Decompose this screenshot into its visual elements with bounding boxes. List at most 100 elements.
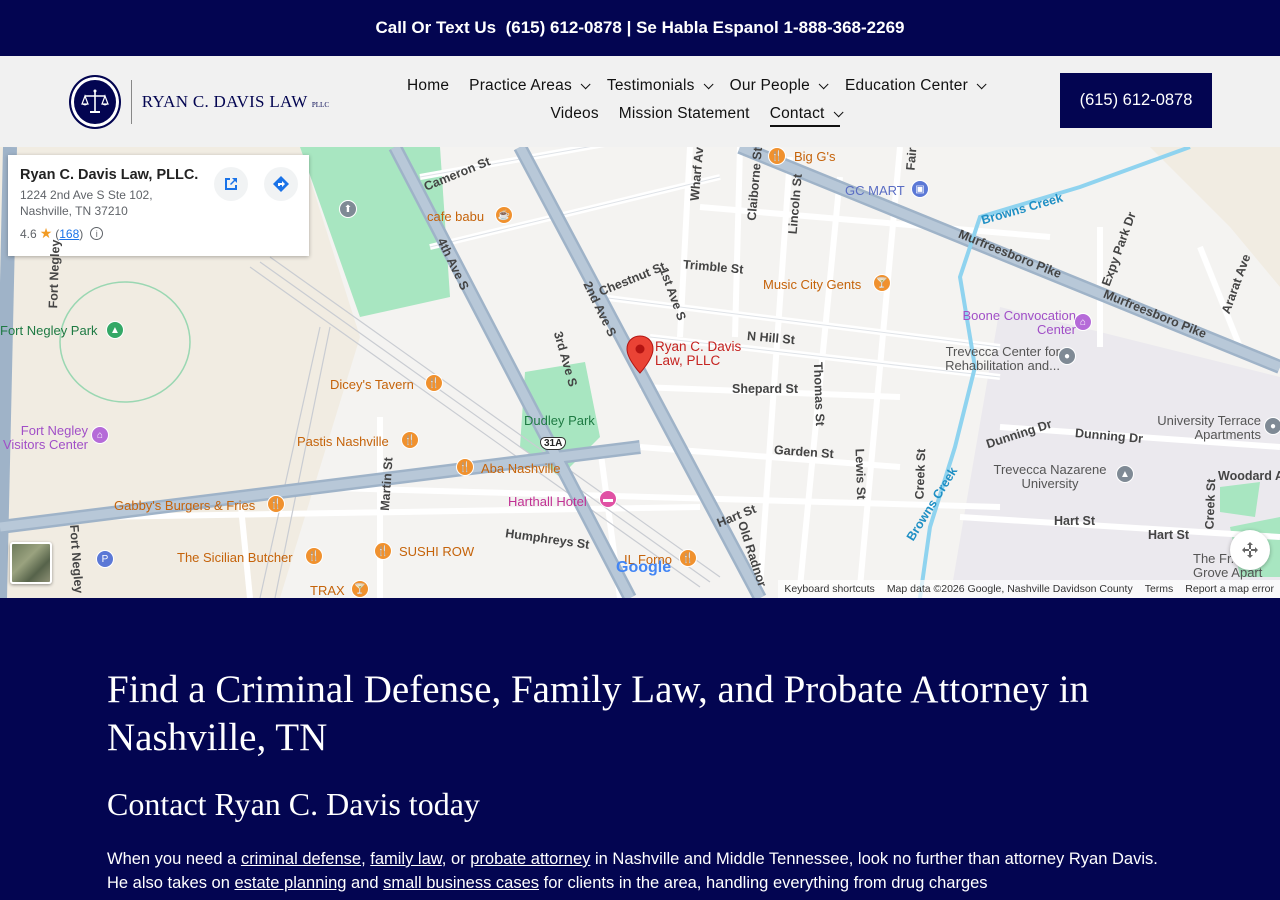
location-marker-icon[interactable]	[626, 335, 654, 375]
cafe-icon: ☕	[495, 206, 513, 224]
report-error-link[interactable]: Report a map error	[1185, 583, 1274, 595]
health-icon: ●	[1058, 347, 1076, 365]
section-subtitle: Contact Ryan C. Davis today	[107, 786, 480, 822]
poi-label[interactable]: The Sicilian Butcher	[177, 550, 293, 565]
street-label: Shepard St	[732, 382, 798, 396]
estate-planning-link[interactable]: estate planning	[235, 874, 347, 892]
poi-label[interactable]: Big G's	[794, 149, 836, 164]
restaurant-icon: 🍴	[267, 495, 285, 513]
rating-value: 4.6	[20, 226, 37, 241]
restaurant-icon: 🍴	[425, 374, 443, 392]
street-label: Creek St	[1202, 478, 1219, 530]
poi-label[interactable]: Gabby's Burgers & Fries	[114, 498, 255, 513]
google-map[interactable]: Ryan C. Davis Law, PLLC. 1224 2nd Ave S …	[0, 147, 1280, 598]
reviews-link[interactable]: 168	[59, 227, 79, 241]
university-icon: ▲	[1116, 465, 1134, 483]
nav-item-mission-statement[interactable]: Mission Statement	[619, 105, 750, 123]
poi-label[interactable]: Harthall Hotel	[508, 494, 587, 509]
top-contact-bar: Call Or Text Us (615) 612-0878 | Se Habl…	[0, 0, 1280, 56]
main-nav: Home Practice Areas Testimonials Our People…	[370, 72, 1020, 128]
street-label: Thomas St	[810, 361, 828, 427]
nav-item-our-people[interactable]: Our People	[730, 77, 829, 95]
poi-label[interactable]: SUSHI ROW	[399, 544, 474, 559]
criminal-defense-link[interactable]: criminal defense	[241, 850, 361, 868]
nav-item-home[interactable]: Home	[407, 77, 449, 95]
spanish-label: Se Habla Espanol	[636, 18, 779, 37]
map-footer: Keyboard shortcuts Map data ©2026 Google…	[778, 580, 1280, 598]
poi-label[interactable]: TRAX	[310, 583, 345, 598]
restaurant-icon: 🍴	[401, 431, 419, 449]
park-icon: ▲	[106, 321, 124, 339]
poi-label[interactable]: GC MART	[845, 183, 905, 198]
scales-of-justice-icon	[69, 75, 121, 129]
restaurant-icon: 🍴	[374, 542, 392, 560]
route-shield: 31A	[540, 437, 567, 450]
expand-icon	[1242, 542, 1258, 558]
venue-icon: ⌂	[1074, 313, 1092, 331]
museum-icon: ⌂	[91, 426, 109, 444]
nav-item-label: Mission Statement	[618, 105, 750, 122]
nav-item-videos[interactable]: Videos	[550, 105, 598, 123]
family-law-link[interactable]: family law	[370, 850, 442, 868]
small-business-link[interactable]: small business cases	[383, 874, 539, 892]
apartment-icon: ●	[1264, 417, 1280, 435]
main-content: Find a Criminal Defense, Family Law, and…	[0, 598, 1280, 900]
street-label: Lewis St	[852, 448, 869, 500]
poi-label[interactable]: Aba Nashville	[481, 461, 561, 476]
map-data-attribution: Map data ©2026 Google, Nashville Davidso…	[886, 583, 1133, 595]
poi-label[interactable]: Boone Convocation Center	[946, 309, 1076, 337]
street-label: Woodard Av	[1218, 469, 1280, 483]
marker-label: Ryan C. Davis Law, PLLC	[655, 339, 742, 368]
chevron-down-icon	[703, 78, 714, 89]
nav-item-label: Education Center	[845, 77, 968, 94]
directions-icon	[273, 176, 289, 192]
poi-label[interactable]: Dicey's Tavern	[330, 377, 414, 392]
restaurant-icon: 🍴	[456, 458, 474, 476]
chevron-down-icon	[833, 106, 844, 117]
restaurant-icon: 🍴	[768, 147, 786, 165]
restaurant-icon: 🍴	[305, 547, 323, 565]
nav-item-label: Testimonials	[606, 77, 695, 94]
street-label: Hart St	[1054, 514, 1095, 528]
open-in-maps-button[interactable]	[214, 167, 248, 201]
street-label: Fair	[903, 147, 920, 172]
bar-icon: 🍸	[873, 274, 891, 292]
street-label: Fort Negley	[46, 239, 63, 309]
restaurant-icon: 🍴	[679, 549, 697, 567]
nav-item-label: Videos	[550, 105, 599, 122]
fullscreen-button[interactable]	[1230, 530, 1270, 570]
call-phone-link[interactable]: (615) 612-0878	[506, 18, 622, 38]
poi-label[interactable]: Trevecca Nazarene University	[990, 463, 1110, 491]
nav-item-practice-areas[interactable]: Practice Areas	[469, 77, 591, 95]
site-logo[interactable]: RYAN C. DAVIS LAW PLLC	[69, 74, 329, 130]
place-title: Ryan C. Davis Law, PLLC.	[20, 167, 199, 183]
monument-icon: ⬆	[339, 200, 357, 218]
nav-item-education-center[interactable]: Education Center	[845, 77, 987, 95]
poi-label[interactable]: cafe babu	[427, 209, 484, 224]
keyboard-shortcuts-link[interactable]: Keyboard shortcuts	[784, 583, 874, 595]
probate-attorney-link[interactable]: probate attorney	[470, 850, 590, 868]
intro-paragraph: When you need a criminal defense, family…	[107, 850, 1158, 892]
nav-item-testimonials[interactable]: Testimonials	[606, 77, 714, 95]
spanish-phone-link[interactable]: 1-888-368-2269	[784, 18, 905, 38]
bar-icon: 🍸	[351, 580, 369, 598]
poi-label[interactable]: Fort Negley Visitors Center	[0, 424, 88, 452]
poi-label[interactable]: Music City Gents	[763, 277, 861, 292]
poi-label[interactable]: Trevecca Center for Rehabilitation and..…	[910, 345, 1060, 373]
directions-button[interactable]	[264, 167, 298, 201]
shopping-icon: ▣	[911, 180, 929, 198]
nav-item-contact[interactable]: Contact	[769, 105, 844, 127]
place-address: 1224 2nd Ave S Ste 102, Nashville, TN 37…	[20, 188, 153, 218]
satellite-toggle[interactable]	[10, 542, 52, 584]
poi-label[interactable]: Dudley Park	[524, 413, 595, 428]
terms-link[interactable]: Terms	[1145, 583, 1174, 595]
street-label: Creek St	[912, 448, 929, 500]
site-header: RYAN C. DAVIS LAW PLLC Home Practice Area…	[0, 56, 1280, 147]
chevron-down-icon	[580, 78, 591, 89]
poi-label[interactable]: Pastis Nashville	[297, 434, 389, 449]
poi-label[interactable]: Fort Negley Park	[0, 323, 98, 338]
header-phone-button[interactable]: (615) 612-0878	[1060, 73, 1212, 128]
info-icon[interactable]: i	[90, 227, 104, 240]
call-label: Call Or Text Us	[375, 18, 497, 37]
poi-label[interactable]: University Terrace Apartments	[1146, 414, 1261, 442]
